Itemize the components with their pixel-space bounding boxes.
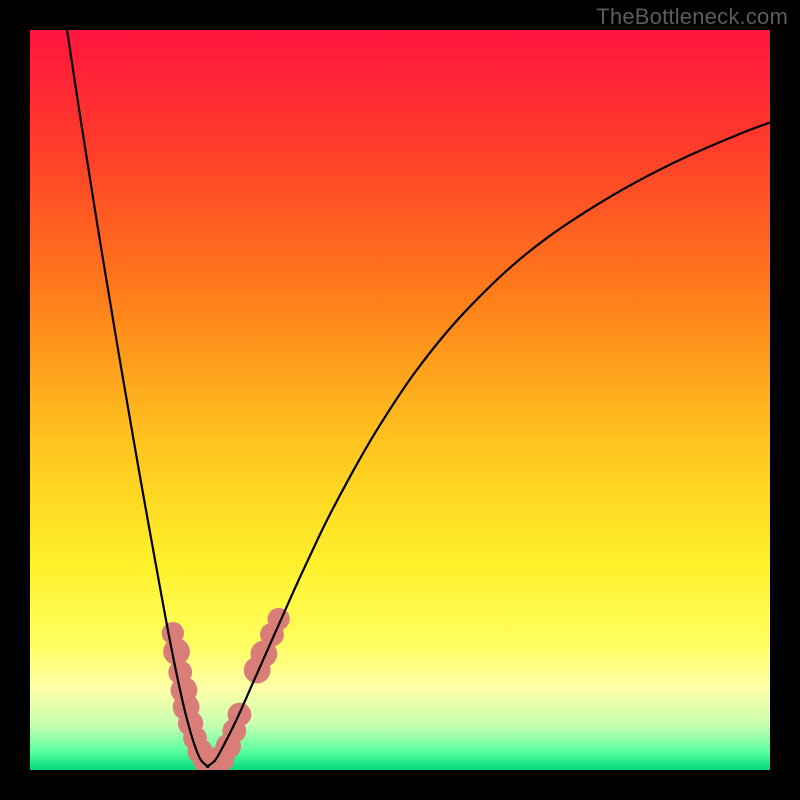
outer-frame: TheBottleneck.com [0, 0, 800, 800]
chart-svg [30, 30, 770, 770]
plot-area [30, 30, 770, 770]
gradient-background [30, 30, 770, 770]
watermark-text: TheBottleneck.com [596, 4, 788, 30]
data-marker [163, 638, 190, 665]
